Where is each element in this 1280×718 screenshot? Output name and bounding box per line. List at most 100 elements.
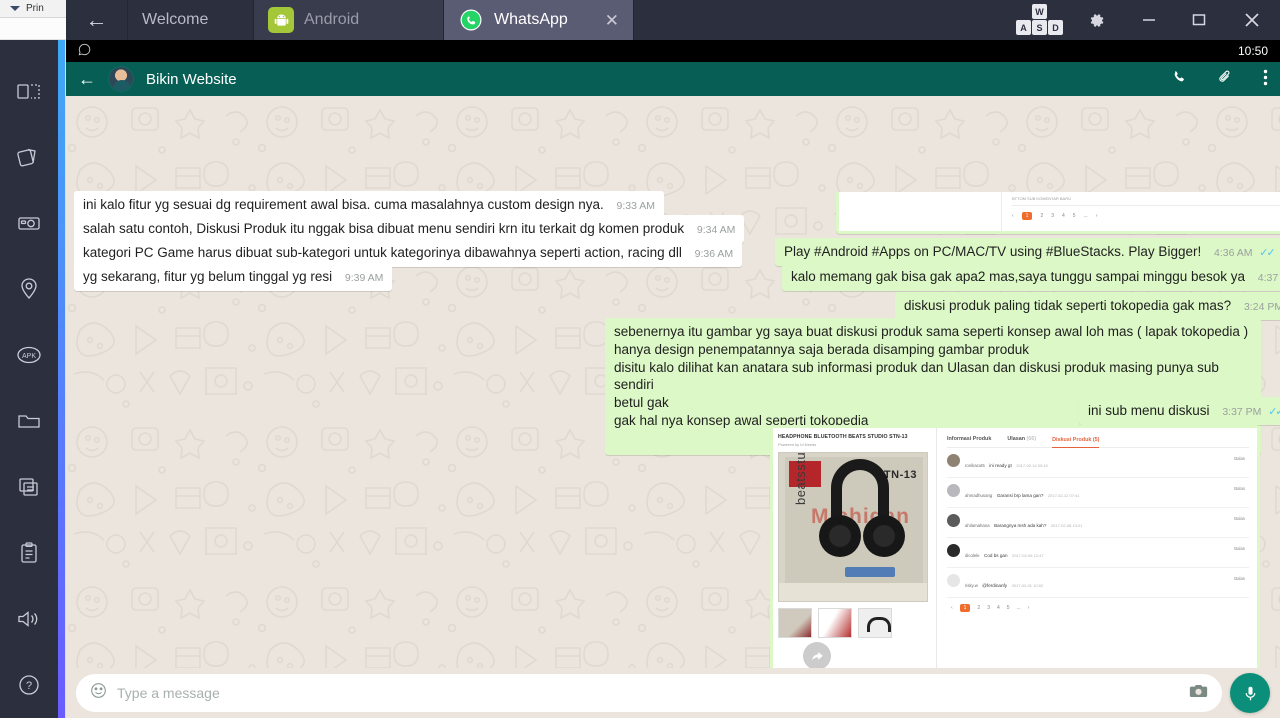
pg-2[interactable]: 2 [977,605,980,611]
message-text: diskusi produk paling tidak seperti toko… [904,298,1232,313]
discussion-message: ini ready gt [989,463,1012,468]
back-button[interactable]: ← [66,0,128,40]
product-thumbnail[interactable] [778,608,812,638]
voice-record-button[interactable] [1230,673,1270,713]
product-thumbnails[interactable] [778,608,931,638]
forward-message-button[interactable] [803,642,831,668]
pg-next[interactable]: › [1096,213,1098,219]
discussion-avatar [947,484,960,497]
settings-button[interactable] [1068,0,1124,40]
tab-whatsapp[interactable]: WhatsApp ✕ [444,0,634,40]
previous-attachment-pagination[interactable]: ‹ 1 2 3 4 5 ... › [1012,206,1280,220]
maximize-button[interactable] [1174,0,1224,40]
key-s: S [1032,20,1047,35]
folder-icon [18,415,40,428]
minimize-button[interactable] [1124,0,1174,40]
product-subtitle: Powered by Id Needs [778,442,817,447]
message-bubble[interactable]: diskusi produk paling tidak seperti toko… [895,292,1280,320]
product-thumbnail[interactable] [858,608,892,638]
overflow-menu-button[interactable] [1263,69,1268,90]
whatsapp-notification-icon [78,43,91,59]
pg-5[interactable]: 5 [1073,213,1076,219]
emoji-icon[interactable] [90,682,107,704]
wasd-keymapping-icon[interactable]: W A S D [1012,0,1068,40]
tab-close-button[interactable]: ✕ [597,12,619,29]
tab-android[interactable]: Android [254,0,444,40]
pg-2[interactable]: 2 [1040,213,1043,219]
pg-prev[interactable]: ‹ [1012,213,1014,219]
discussion-reply-button[interactable]: Balas [1234,486,1245,491]
location-icon [21,278,37,299]
pg-3[interactable]: 3 [1051,213,1054,219]
close-window-button[interactable] [1224,0,1280,40]
sidebar-item-help[interactable]: ? [0,652,58,718]
pg-4[interactable]: 4 [1062,213,1065,219]
sidebar-item-location[interactable] [0,256,58,322]
product-thumbnail[interactable] [818,608,852,638]
discussion-item[interactable]: ronikacut5 ini ready gt 2017-02-14 09:10… [947,448,1249,478]
contact-avatar[interactable] [108,66,134,92]
sidebar-item-copy[interactable] [0,454,58,520]
whatsapp-glyph [460,9,482,31]
previous-attachment-bubble[interactable]: BTTOM SUB KOMENTAR BARU ‹ 1 2 3 4 5 ... … [836,192,1280,234]
sidebar-item-volume[interactable] [0,586,58,652]
sidebar-item-apk[interactable]: APK [0,322,58,388]
pg-3[interactable]: 3 [987,605,990,611]
discussion-item[interactable]: ahilamahana Barangnya msh ada kah? 2017-… [947,508,1249,538]
call-button[interactable] [1171,69,1187,89]
sidebar-item-shake[interactable] [0,124,58,190]
pg-next[interactable]: › [1028,605,1030,611]
message-time: 4:37 AM [1257,272,1280,284]
discussion-reply-button[interactable]: Balas [1234,456,1245,461]
gear-icon [1090,13,1103,27]
titlebar-spacer [634,0,1012,40]
discussion-pagination[interactable]: ‹ 1 2 3 4 5 ... › [947,598,1249,612]
headphone-cup-right [863,515,905,557]
discussion-item[interactable]: risky.w @ferdinanfy 2017-02-01 10:02 Bal… [947,568,1249,598]
tab-welcome[interactable]: Welcome [128,0,254,40]
sidebar-item-screenshot[interactable] [0,190,58,256]
message-bubble[interactable]: Play #Android #Apps on PC/MAC/TV using #… [775,238,1280,266]
pg-4[interactable]: 4 [997,605,1000,611]
camera-icon[interactable] [1189,683,1208,704]
attach-button[interactable] [1217,69,1233,89]
pg-1[interactable]: 1 [959,604,971,612]
pg-5[interactable]: 5 [1007,605,1010,611]
discussion-username: dicolele [965,553,980,558]
tab-informasi-produk[interactable]: Informasi Produk [947,436,991,442]
discussion-date: 2017-02-01 10:02 [1011,583,1044,588]
bluestacks-sidebar[interactable]: APK ? [0,40,58,718]
discussion-item[interactable]: ahmadhusang Garansi brp lama gan? 2017-0… [947,478,1249,508]
discussion-reply-button[interactable]: Balas [1234,576,1245,581]
paperclip-icon [1219,70,1230,82]
message-bubble[interactable]: ini sub menu diskusi 3:37 PM ✓✓ [1079,397,1280,425]
message-input-pill[interactable] [76,674,1222,712]
sidebar-item-folder[interactable] [0,388,58,454]
discussion-item[interactable]: dicolele Cod bs gan 2017-02-06 12:47 Bal… [947,538,1249,568]
android-status-bar: 10:50 [66,40,1280,62]
message-line: sebenernya itu gambar yg saya buat disku… [614,324,1249,339]
key-w: W [1032,4,1047,19]
phone-icon [1174,71,1184,82]
bluestacks-titlebar: ← Welcome Android WhatsApp ✕ W A S D [66,0,1280,40]
tab-diskusi-produk[interactable]: Diskusi Produk (5) [1052,437,1100,448]
key-d: D [1048,20,1063,35]
message-bubble[interactable]: kalo memang gak bisa gak apa2 mas,saya t… [782,263,1280,291]
apk-icon: APK [17,346,41,364]
discussion-reply-button[interactable]: Balas [1234,516,1245,521]
message-input[interactable] [117,685,1179,701]
maximize-icon [1192,14,1206,26]
pg-1[interactable]: 1 [1021,212,1033,220]
tab-ulasan[interactable]: Ulasan (66) [1007,436,1036,442]
chat-back-button[interactable]: ← [78,70,96,88]
message-bubble[interactable]: yg sekarang, fitur yg belum tinggal yg r… [74,263,393,291]
product-tab-bar[interactable]: Informasi Produk Ulasan (66) Diskusi Pro… [947,436,1249,448]
chat-message-list[interactable]: BTTOM SUB KOMENTAR BARU ‹ 1 2 3 4 5 ... … [66,96,1280,668]
attachment-bubble[interactable]: HEADPHONE BLUETOOTH BEATS STUDIO STN-13 … [770,425,1260,668]
camera-glyph [1189,684,1208,697]
sidebar-item-paste[interactable] [0,520,58,586]
pg-prev[interactable]: ‹ [951,605,953,611]
sidebar-item-fullscreen[interactable] [0,58,58,124]
discussion-reply-button[interactable]: Balas [1234,546,1245,551]
discussion-message: Barangnya msh ada kah? [994,523,1047,528]
